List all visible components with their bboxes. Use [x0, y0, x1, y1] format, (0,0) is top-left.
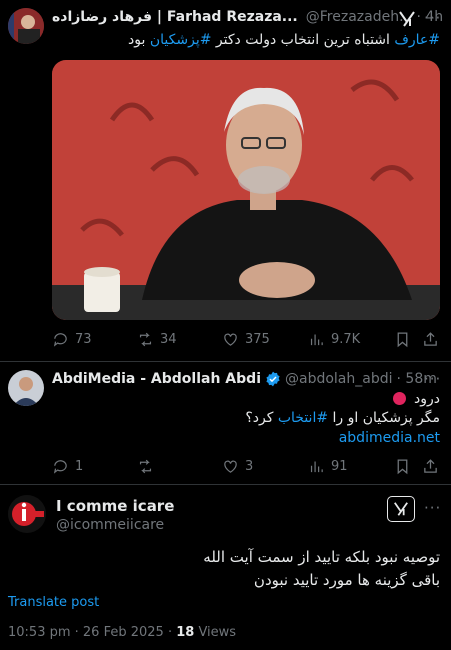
like-count: 3 — [245, 459, 254, 474]
post-timestamp[interactable]: 10:53 pm · 26 Feb 2025 · — [8, 625, 176, 640]
photo-man-in-suit — [52, 60, 440, 320]
red-circle-icon — [392, 392, 406, 405]
grok-icon — [394, 502, 408, 516]
post-text-part: مگر پزشکیان او را — [328, 410, 440, 426]
author-handle[interactable]: @icommeiicare — [56, 517, 164, 533]
hashtag-link[interactable]: #عارف — [394, 32, 440, 48]
views-button[interactable]: 91 — [308, 458, 348, 475]
author-handle[interactable]: @abdolah_abdi — [285, 371, 393, 387]
heart-icon — [224, 460, 237, 473]
translate-post-link[interactable]: Translate post — [8, 595, 99, 610]
views-chart-icon — [310, 461, 323, 473]
repost-button[interactable]: 34 — [137, 331, 177, 348]
avatar[interactable] — [8, 8, 44, 44]
reply-count: 1 — [75, 459, 84, 474]
verified-badge-icon — [266, 371, 280, 387]
reply-text-line1: درود — [52, 391, 440, 407]
avatar-image — [8, 8, 44, 44]
post-image[interactable] — [52, 60, 440, 320]
repost-count: 34 — [160, 332, 177, 347]
views-label: Views — [194, 625, 237, 640]
post-metadata: 10:53 pm · 26 Feb 2025 · 18 Views — [8, 625, 236, 640]
reply-text-line2: مگر پزشکیان او را #انتخاب کرد؟ — [52, 410, 440, 426]
repost-icon — [139, 459, 152, 474]
reply-icon — [53, 333, 67, 347]
post-text-part: اشتباه ترین انتخاب دولت دکتر — [211, 32, 395, 48]
reply-count: 73 — [75, 332, 92, 347]
greeting-text: درود — [414, 391, 440, 407]
grok-button[interactable] — [387, 496, 415, 522]
share-icon[interactable] — [422, 458, 439, 479]
views-chart-icon — [310, 334, 323, 346]
like-button[interactable]: 375 — [222, 331, 270, 348]
author-handle[interactable]: @Frezazadeh... — [306, 9, 413, 25]
more-options-icon[interactable]: ··· — [424, 9, 441, 27]
post-text: #عارف اشتباه ترین انتخاب دولت دکتر #پزشک… — [52, 32, 440, 48]
grok-icon[interactable] — [398, 10, 416, 28]
hashtag-link[interactable]: #پزشکیان — [150, 32, 212, 48]
author-name[interactable]: فرهاد رضازاده | Farhad Rezaza... — [52, 9, 298, 25]
post-text-part: بود — [128, 32, 150, 48]
like-button[interactable]: 3 — [222, 458, 253, 475]
views-count: 9.7K — [331, 332, 361, 347]
repost-icon — [139, 332, 152, 347]
avatar-image — [8, 370, 44, 406]
views-count: 91 — [331, 459, 348, 474]
repost-button[interactable] — [137, 458, 160, 475]
share-icon[interactable] — [422, 331, 439, 352]
views-count: 18 — [176, 625, 195, 640]
heart-icon — [224, 333, 237, 346]
more-options-icon[interactable]: ··· — [424, 370, 441, 388]
post-text-line2: باقی گزینه ها مورد تایید نبودن — [253, 571, 440, 589]
post-text-line1: توصیه نبود بلکه تایید از سمت آیت الله — [203, 548, 440, 566]
reply-button[interactable]: 1 — [52, 458, 83, 475]
bookmark-icon[interactable] — [394, 458, 411, 479]
hashtag-link[interactable]: #انتخاب — [278, 410, 328, 426]
bookmark-icon[interactable] — [394, 331, 411, 352]
like-count: 375 — [245, 332, 270, 347]
divider — [0, 484, 451, 485]
reply-icon — [53, 460, 67, 474]
avatar[interactable] — [8, 370, 44, 406]
author-name[interactable]: I comme icare — [56, 497, 174, 515]
divider — [0, 361, 451, 362]
author-name[interactable]: AbdiMedia - Abdollah Abdi — [52, 371, 261, 387]
avatar[interactable] — [8, 495, 46, 533]
views-button[interactable]: 9.7K — [308, 331, 360, 348]
external-link[interactable]: abdimedia.net — [339, 430, 440, 446]
avatar-image — [8, 495, 46, 533]
post-text-part: کرد؟ — [245, 410, 278, 426]
reply-button[interactable]: 73 — [52, 331, 92, 348]
more-options-icon[interactable]: ··· — [424, 499, 441, 517]
